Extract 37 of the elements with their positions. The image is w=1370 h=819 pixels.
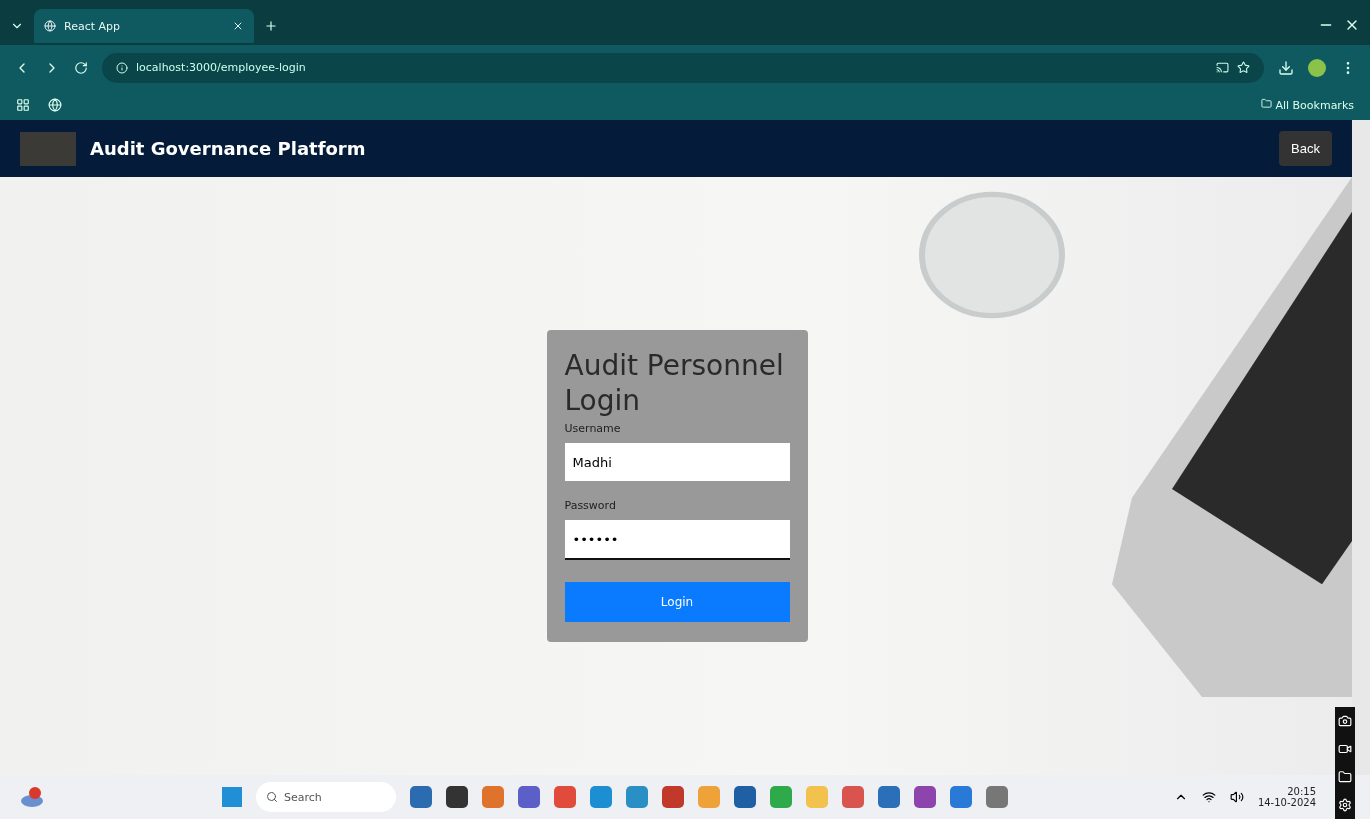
volume-icon[interactable] [1229, 790, 1244, 804]
site-info-icon[interactable] [116, 61, 128, 74]
logo-image [20, 131, 76, 166]
profile-avatar-icon[interactable] [1308, 58, 1326, 77]
address-bar[interactable]: localhost:3000/employee-login [102, 52, 1264, 83]
cast-icon[interactable] [1216, 61, 1229, 74]
platform-title: Audit Governance Platform [90, 138, 367, 159]
field-label: Password [564, 499, 617, 512]
clock[interactable]: 20:15 14-10-2024 [1257, 786, 1316, 808]
apps-icon[interactable] [16, 98, 30, 112]
camera-icon[interactable] [1338, 714, 1352, 728]
wifi-icon[interactable] [1201, 790, 1216, 804]
login-title: Audit Personnel Login [564, 348, 785, 418]
search-icon [266, 791, 278, 803]
folder-icon[interactable] [1338, 770, 1352, 784]
password-field[interactable]: •••••• [564, 520, 790, 560]
bookmark-icon[interactable] [48, 98, 62, 112]
site-icon [44, 20, 56, 32]
scrollbar[interactable] [1352, 120, 1370, 775]
field-label: Username [564, 422, 622, 435]
url-text: localhost:3000/employee-login [136, 61, 306, 74]
video-icon[interactable] [1338, 742, 1352, 756]
new-tab-icon[interactable] [264, 19, 278, 33]
taskbar-search[interactable]: Search [256, 782, 396, 812]
start-icon[interactable] [222, 787, 242, 807]
settings-icon[interactable] [1338, 798, 1352, 812]
download-icon[interactable] [1278, 59, 1294, 76]
bookmark-star-icon[interactable] [1237, 61, 1250, 74]
reload-icon[interactable] [74, 60, 88, 75]
login-button[interactable]: Login [564, 582, 790, 622]
back-button[interactable]: Back [1279, 131, 1332, 166]
all-bookmarks-link[interactable]: All Bookmarks [1260, 98, 1354, 112]
browser-tab[interactable]: React App [34, 9, 254, 43]
folder-icon [1260, 98, 1272, 109]
close-tab-icon[interactable] [232, 20, 244, 32]
tab-title: React App [64, 19, 121, 33]
username-field[interactable]: Madhi [564, 443, 790, 481]
